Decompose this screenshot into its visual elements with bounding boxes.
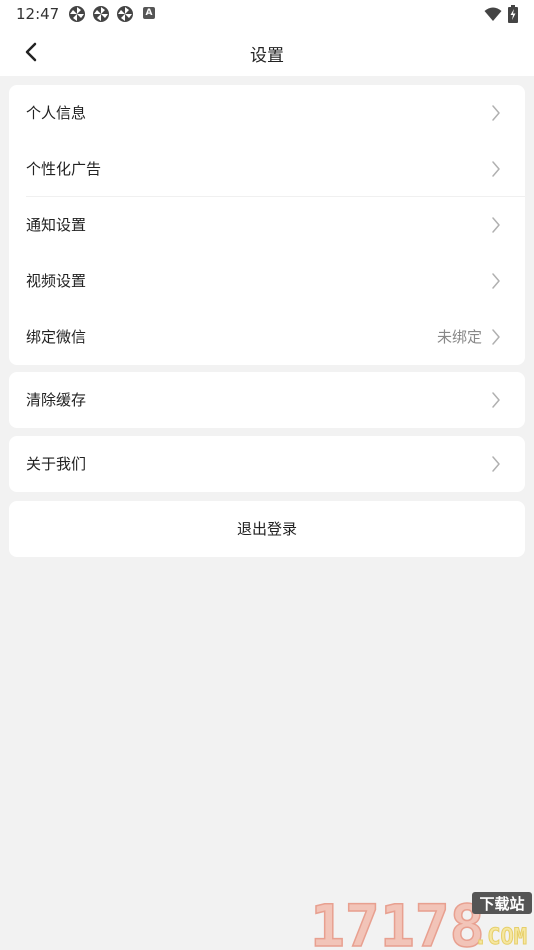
watermark-logo: 17178 下载站 .COM — [310, 891, 532, 950]
chevron-right-icon — [492, 105, 500, 121]
chevron-right-icon — [492, 392, 500, 408]
pinwheel-icon — [93, 6, 109, 22]
settings-item-label: 绑定微信 — [26, 328, 87, 346]
settings-item-personal-info[interactable]: 个人信息 — [9, 85, 525, 141]
accessibility-badge-icon: A — [143, 7, 155, 19]
pinwheel-icon — [69, 6, 85, 22]
settings-group-cache: 清除缓存 — [9, 372, 525, 428]
watermark-number: 17178 — [310, 892, 485, 950]
logout-button[interactable]: 退出登录 — [9, 501, 525, 557]
settings-item-personalized-ads[interactable]: 个性化广告 — [9, 141, 525, 197]
chevron-right-icon — [492, 217, 500, 233]
settings-item-notification[interactable]: 通知设置 — [9, 197, 525, 253]
status-bar: 12:47 A — [0, 0, 534, 28]
settings-item-label: 视频设置 — [26, 272, 87, 290]
settings-item-video[interactable]: 视频设置 — [9, 253, 525, 309]
watermark-domain: .COM — [474, 925, 527, 950]
settings-item-bind-wechat[interactable]: 绑定微信 未绑定 — [9, 309, 525, 365]
chevron-right-icon — [492, 161, 500, 177]
chevron-right-icon — [492, 329, 500, 345]
wifi-icon — [484, 7, 502, 21]
chevron-right-icon — [492, 273, 500, 289]
settings-group-about: 关于我们 — [9, 436, 525, 492]
settings-item-label: 个人信息 — [26, 104, 87, 122]
logout-label: 退出登录 — [236, 520, 297, 538]
chevron-right-icon — [492, 456, 500, 472]
pinwheel-icon — [117, 6, 133, 22]
settings-item-about-us[interactable]: 关于我们 — [9, 436, 525, 492]
settings-item-label: 清除缓存 — [26, 391, 87, 409]
settings-item-label: 通知设置 — [26, 216, 87, 234]
battery-charging-icon — [508, 5, 518, 23]
watermark-tag: 下载站 — [479, 895, 524, 913]
status-time: 12:47 — [16, 5, 60, 23]
page-title: 设置 — [250, 46, 284, 66]
logout-row[interactable]: 退出登录 — [9, 501, 525, 557]
settings-item-label: 关于我们 — [26, 455, 87, 473]
settings-item-clear-cache[interactable]: 清除缓存 — [9, 372, 525, 428]
header: 设置 — [0, 28, 534, 76]
settings-item-label: 个性化广告 — [26, 160, 102, 178]
settings-group-main: 个人信息 个性化广告 通知设置 视频设置 绑定微信 未绑定 — [9, 85, 525, 365]
bind-status-value: 未绑定 — [436, 328, 482, 346]
